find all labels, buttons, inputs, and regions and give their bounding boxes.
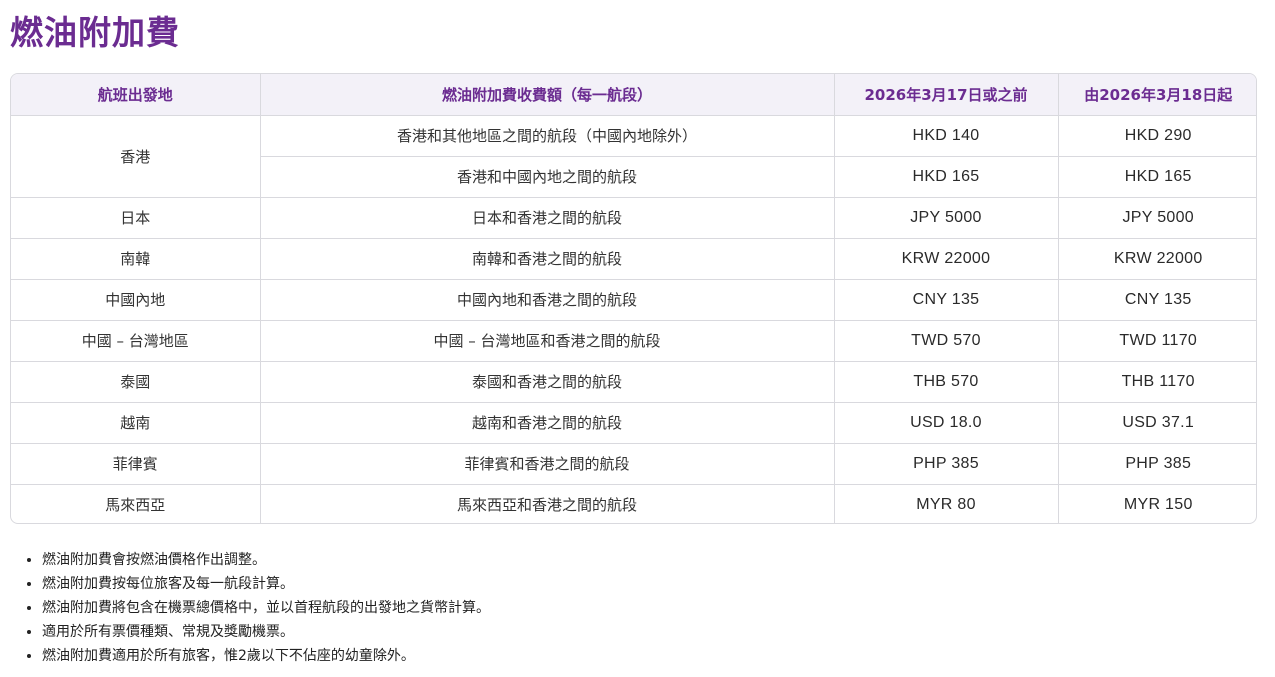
table-row: 馬來西亞 馬來西亞和香港之間的航段 MYR 80 MYR 150 — [11, 483, 1256, 523]
after-amount-cell: JPY 5000 — [1057, 196, 1256, 239]
table-row: 越南 越南和香港之間的航段 USD 18.0 USD 37.1 — [11, 401, 1256, 444]
before-amount-cell: TWD 570 — [833, 319, 1059, 362]
table-row: 南韓 南韓和香港之間的航段 KRW 22000 KRW 22000 — [11, 237, 1256, 280]
after-amount-cell: CNY 135 — [1057, 278, 1256, 321]
table-row: 菲律賓 菲律賓和香港之間的航段 PHP 385 PHP 385 — [11, 442, 1256, 485]
origin-cell: 泰國 — [11, 360, 261, 403]
origin-cell: 香港 — [11, 114, 261, 198]
origin-cell: 中國 – 台灣地區 — [11, 319, 261, 362]
table-row: 日本 日本和香港之間的航段 JPY 5000 JPY 5000 — [11, 196, 1256, 239]
segment-cell: 南韓和香港之間的航段 — [259, 237, 835, 280]
note-item: 燃油附加費按每位旅客及每一航段計算。 — [42, 572, 490, 596]
origin-cell: 越南 — [11, 401, 261, 444]
segment-cell: 馬來西亞和香港之間的航段 — [259, 483, 835, 523]
segment-cell: 越南和香港之間的航段 — [259, 401, 835, 444]
before-amount-cell: HKD 140 — [833, 114, 1059, 157]
fuel-surcharge-table-container: 航班出發地 燃油附加費收費額（每一航段） 2026年3月17日或之前 由2026… — [10, 73, 1257, 524]
after-amount-cell: THB 1170 — [1057, 360, 1256, 403]
before-amount-cell: CNY 135 — [833, 278, 1059, 321]
table-header-row: 航班出發地 燃油附加費收費額（每一航段） 2026年3月17日或之前 由2026… — [11, 74, 1256, 116]
after-amount-cell: PHP 385 — [1057, 442, 1256, 485]
before-amount-cell: HKD 165 — [833, 155, 1059, 198]
origin-cell: 中國內地 — [11, 278, 261, 321]
before-amount-cell: JPY 5000 — [833, 196, 1059, 239]
header-segment: 燃油附加費收費額（每一航段） — [259, 74, 835, 116]
page-title: 燃油附加費 — [10, 13, 180, 52]
after-amount-cell: HKD 165 — [1057, 155, 1256, 198]
after-amount-cell: HKD 290 — [1057, 114, 1256, 157]
segment-cell: 中國內地和香港之間的航段 — [259, 278, 835, 321]
after-amount-cell: MYR 150 — [1057, 483, 1256, 523]
after-amount-cell: TWD 1170 — [1057, 319, 1256, 362]
segment-cell: 菲律賓和香港之間的航段 — [259, 442, 835, 485]
origin-cell: 馬來西亞 — [11, 483, 261, 523]
before-amount-cell: MYR 80 — [833, 483, 1059, 523]
origin-cell: 菲律賓 — [11, 442, 261, 485]
segment-cell: 香港和其他地區之間的航段（中國內地除外） — [259, 114, 835, 157]
segment-cell: 日本和香港之間的航段 — [259, 196, 835, 239]
note-item: 燃油附加費將包含在機票總價格中，並以首程航段的出發地之貨幣計算。 — [42, 596, 490, 620]
note-item: 燃油附加費適用於所有旅客，惟2歲以下不佔座的幼童除外。 — [42, 644, 490, 668]
table-row: 中國內地 中國內地和香港之間的航段 CNY 135 CNY 135 — [11, 278, 1256, 321]
header-before-date: 2026年3月17日或之前 — [833, 74, 1059, 116]
table-row: 泰國 泰國和香港之間的航段 THB 570 THB 1170 — [11, 360, 1256, 403]
page: 燃油附加費 航班出發地 燃油附加費收費額（每一航段） 2026年3月17日或之前… — [0, 0, 1275, 677]
fuel-surcharge-table: 航班出發地 燃油附加費收費額（每一航段） 2026年3月17日或之前 由2026… — [11, 74, 1256, 523]
before-amount-cell: KRW 22000 — [833, 237, 1059, 280]
before-amount-cell: THB 570 — [833, 360, 1059, 403]
table-row: 中國 – 台灣地區 中國 – 台灣地區和香港之間的航段 TWD 570 TWD … — [11, 319, 1256, 362]
origin-cell: 南韓 — [11, 237, 261, 280]
segment-cell: 中國 – 台灣地區和香港之間的航段 — [259, 319, 835, 362]
note-item: 適用於所有票價種類、常規及獎勵機票。 — [42, 620, 490, 644]
header-origin: 航班出發地 — [11, 74, 261, 116]
notes-list: 燃油附加費會按燃油價格作出調整。 燃油附加費按每位旅客及每一航段計算。 燃油附加… — [18, 548, 490, 668]
segment-cell: 香港和中國內地之間的航段 — [260, 155, 835, 198]
before-amount-cell: PHP 385 — [833, 442, 1059, 485]
after-amount-cell: USD 37.1 — [1057, 401, 1256, 444]
table-row: 香港 香港和其他地區之間的航段（中國內地除外） HKD 140 HKD 290 — [11, 114, 1256, 198]
segment-cell: 泰國和香港之間的航段 — [259, 360, 835, 403]
origin-cell: 日本 — [11, 196, 261, 239]
note-item: 燃油附加費會按燃油價格作出調整。 — [42, 548, 490, 572]
before-amount-cell: USD 18.0 — [833, 401, 1059, 444]
after-amount-cell: KRW 22000 — [1057, 237, 1256, 280]
header-after-date: 由2026年3月18日起 — [1057, 74, 1256, 116]
